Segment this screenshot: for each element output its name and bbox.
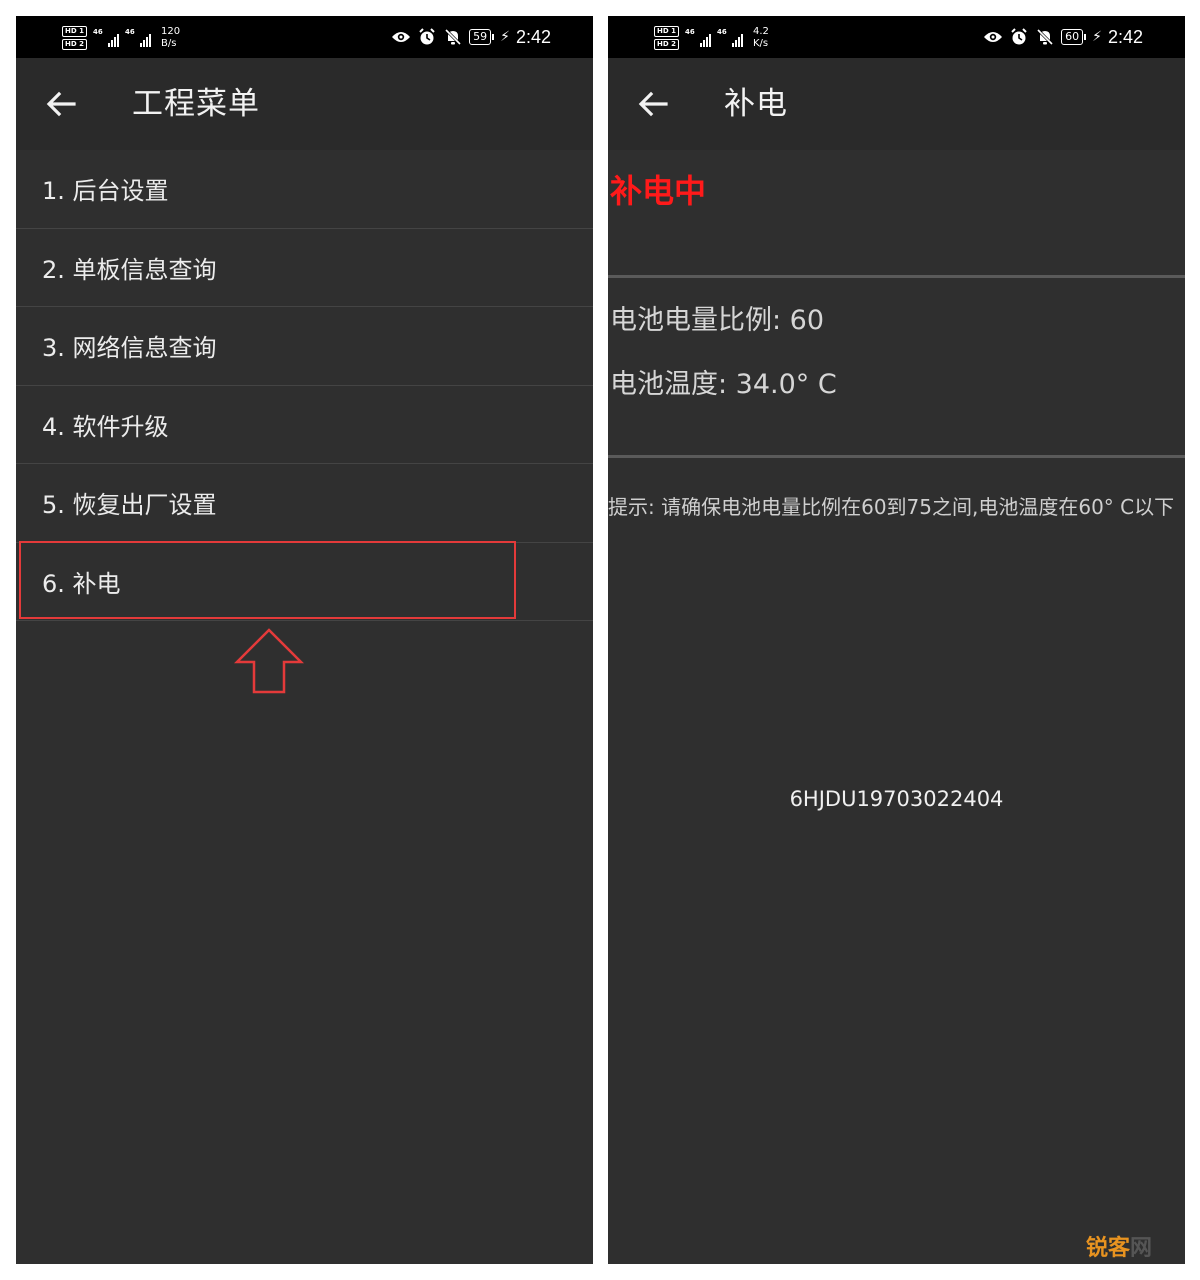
menu-item-board-info[interactable]: 2. 单板信息查询 [16, 229, 593, 307]
page-title: 工程菜单 [132, 86, 260, 122]
hd1-badge: HD 1 [62, 26, 87, 37]
battery-icon: 60 [1061, 29, 1087, 45]
battery-temperature-readout: 电池温度: 34.0° C [610, 369, 837, 400]
menu-item-factory-reset[interactable]: 5. 恢复出厂设置 [16, 464, 593, 543]
status-bar: HD 1 HD 2 46 46 4.2 K/s 60 ⚡ 2:42 [608, 16, 1185, 58]
arrow-up-annotation-icon [233, 628, 305, 694]
app-bar: 工程菜单 [16, 58, 593, 150]
highlight-annotation-box [19, 541, 516, 619]
signal-icon: 46 [685, 28, 711, 48]
signal-icon: 46 [93, 28, 119, 48]
network-speed: 120 B/s [160, 26, 181, 49]
divider [608, 275, 1185, 278]
mute-bell-icon [1035, 27, 1055, 47]
alarm-icon [417, 27, 437, 47]
status-bar: HD 1 HD 2 46 46 120 B/s 59 ⚡ 2:42 [16, 16, 593, 58]
phone-screen-engineering-menu: HD 1 HD 2 46 46 120 B/s 59 ⚡ 2:42 工程菜单 1… [16, 16, 593, 1264]
page-title: 补电 [724, 86, 788, 122]
mute-bell-icon [443, 27, 463, 47]
menu-item-backend-settings[interactable]: 1. 后台设置 [16, 150, 593, 229]
menu-item-network-info[interactable]: 3. 网络信息查询 [16, 307, 593, 386]
battery-level-readout: 电池电量比例: 60 [610, 305, 825, 336]
hint-text: 提示: 请确保电池电量比例在60到75之间,电池温度在60° C以下 [608, 495, 1175, 519]
alarm-icon [1009, 27, 1029, 47]
app-bar: 补电 [608, 58, 1185, 150]
menu-item-software-upgrade[interactable]: 4. 软件升级 [16, 386, 593, 464]
hd2-badge: HD 2 [62, 39, 87, 50]
hd-indicators: HD 1 HD 2 [62, 26, 87, 50]
watermark-logo: 锐客网 [1085, 1236, 1152, 1261]
battery-icon: 59 [469, 29, 495, 45]
signal-icon: 46 [717, 28, 743, 48]
charging-bolt-icon: ⚡ [1092, 29, 1102, 45]
signal-icon: 46 [125, 28, 151, 48]
back-arrow-icon[interactable] [44, 88, 78, 120]
hd2-badge: HD 2 [654, 39, 679, 50]
eye-icon [391, 27, 411, 47]
device-serial-number: 6HJDU19703022404 [789, 787, 1004, 811]
charging-bolt-icon: ⚡ [500, 29, 510, 45]
hd1-badge: HD 1 [654, 26, 679, 37]
hd-indicators: HD 1 HD 2 [654, 26, 679, 50]
divider [608, 455, 1185, 458]
phone-screen-recharge: HD 1 HD 2 46 46 4.2 K/s 60 ⚡ 2:42 补电 补电中… [608, 16, 1185, 1264]
clock: 2:42 [1107, 26, 1143, 47]
network-speed: 4.2 K/s [752, 26, 769, 49]
back-arrow-icon[interactable] [636, 88, 670, 120]
eye-icon [983, 27, 1003, 47]
charging-status: 补电中 [610, 172, 707, 210]
clock: 2:42 [515, 26, 551, 47]
